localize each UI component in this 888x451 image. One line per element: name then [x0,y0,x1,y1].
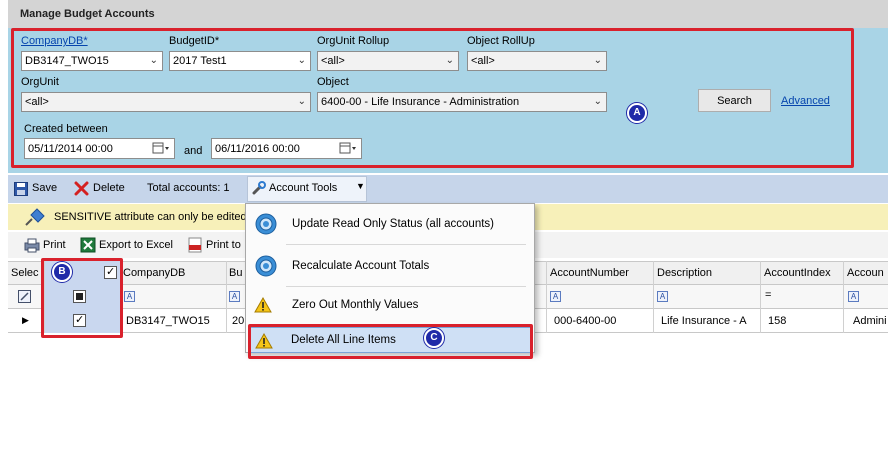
row-pointer-icon: ▶ [22,315,29,325]
sensitive-message: SENSITIVE attribute can only be edited b [54,211,256,223]
menu-item-label: Update Read Only Status (all accounts) [292,218,494,230]
window-title-bar: Manage Budget Accounts [8,0,888,28]
column-header-description[interactable]: Description [657,267,712,279]
total-accounts-label: Total accounts: 1 [147,182,230,194]
export-to-excel-button[interactable]: Export to Excel [99,239,173,251]
highlight-box-filters [11,28,854,168]
callout-badge-b: B [52,262,72,282]
menu-item-update-read-only[interactable]: Update Read Only Status (all accounts) [246,206,534,242]
delete-icon[interactable] [74,181,89,196]
column-divider [546,261,547,333]
gear-icon [255,213,277,235]
print-to-button[interactable]: Print to [206,239,241,251]
cell-company-db: DB3147_TWO15 [126,315,210,327]
cell-account-index: 158 [768,315,787,327]
column-header-account-index[interactable]: AccountIndex [764,267,831,279]
wrench-icon [252,181,266,195]
pdf-icon[interactable] [187,237,203,253]
cell-description: Life Insurance - A [661,315,747,327]
save-icon[interactable] [14,182,28,196]
clear-filter-icon[interactable] [18,290,31,303]
callout-badge-c: C [424,328,444,348]
text-filter-icon[interactable]: A [657,291,668,302]
text-filter-icon[interactable]: A [124,291,135,302]
cell-account: Admini [853,315,887,327]
column-header-company-db[interactable]: CompanyDB [123,267,185,279]
text-filter-icon[interactable]: A [229,291,240,302]
column-header-account-number[interactable]: AccountNumber [550,267,629,279]
print-button[interactable]: Print [43,239,66,251]
text-filter-icon[interactable]: A [848,291,859,302]
printer-icon[interactable] [24,238,40,253]
equals-filter-icon[interactable]: = [765,289,771,301]
menu-item-recalculate-totals[interactable]: Recalculate Account Totals [246,248,534,284]
menu-item-label: Recalculate Account Totals [292,260,430,272]
text-filter-icon[interactable]: A [550,291,561,302]
highlight-box-delete-all [248,324,533,359]
cell-account-number: 000-6400-00 [554,315,617,327]
delete-button[interactable]: Delete [93,182,125,194]
save-button[interactable]: Save [32,182,57,194]
menu-item-label: Zero Out Monthly Values [292,299,419,311]
warning-icon [254,297,272,313]
pushpin-icon [25,208,45,226]
column-divider [226,261,227,333]
gear-icon [255,255,277,277]
account-tools-label: Account Tools [269,182,338,194]
column-divider [653,261,654,333]
chevron-down-icon[interactable]: ▼ [356,181,365,191]
menu-item-zero-out-monthly[interactable]: Zero Out Monthly Values [246,287,534,323]
main-toolbar [8,175,888,203]
column-header-account[interactable]: Accoun [847,267,884,279]
column-header-select[interactable]: Selec [11,267,39,279]
page-title: Manage Budget Accounts [20,8,155,20]
menu-divider [286,244,526,245]
column-header-budget[interactable]: Bu [229,267,242,279]
column-divider [843,261,844,333]
excel-icon[interactable] [80,237,96,253]
column-divider [760,261,761,333]
cell-budget: 20 [232,315,245,327]
callout-badge-a: A [627,103,647,123]
